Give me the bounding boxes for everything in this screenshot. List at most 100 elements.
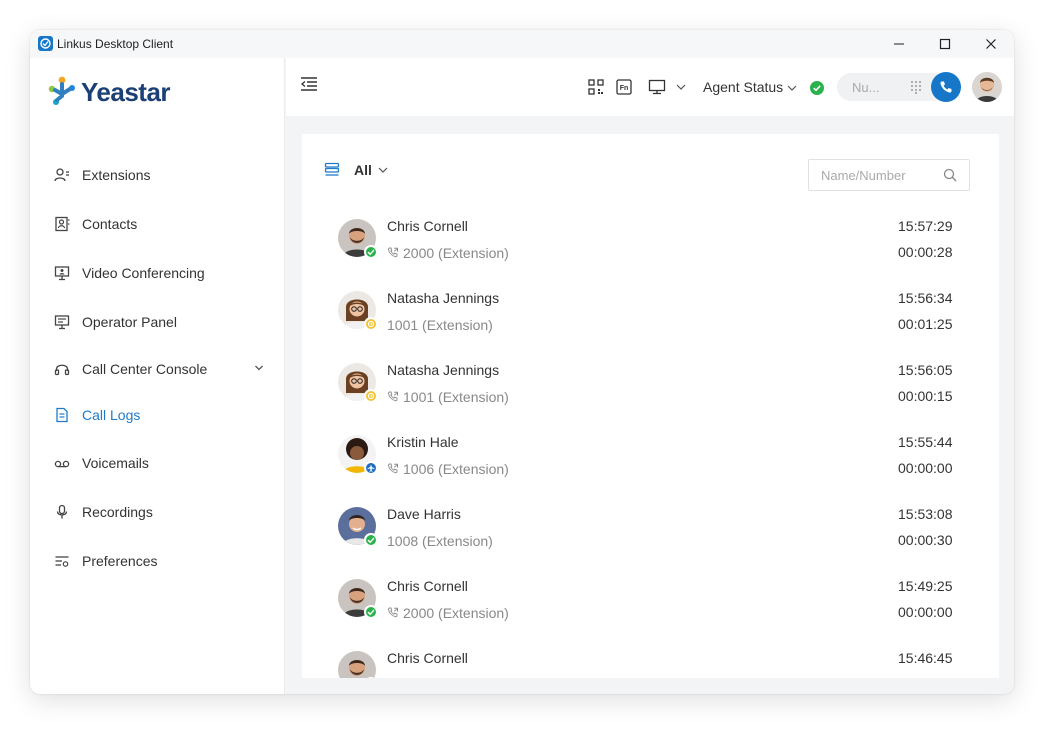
online-check-icon [367,609,375,616]
voicemail-icon [54,460,70,468]
call-log-row[interactable]: Chris Cornell 15:46:45 [302,641,999,678]
qr-code-icon[interactable] [588,79,604,95]
app-window: Linkus Desktop Client Yeastar Extensions [30,30,1014,694]
call-log-row[interactable]: Chris Cornell 2000 (Extension) 15:49:25 00:… [302,569,999,641]
dialpad-icon[interactable] [909,80,923,94]
contact-avatar [338,651,376,678]
sidebar-item-label: Preferences [82,553,158,569]
search-input[interactable] [809,160,939,190]
agent-status-dropdown[interactable]: Agent Status [703,79,797,95]
sidebar-item-contacts[interactable]: Contacts [30,207,285,241]
sidebar-item-label: Call Logs [82,407,141,423]
call-time: 15:53:08 [898,506,953,522]
svg-text:Fn: Fn [620,85,629,92]
call-time: 15:55:44 [898,434,953,450]
sidebar-item-label: Extensions [82,167,151,183]
online-check-icon [367,249,375,256]
contact-name: Kristin Hale [387,434,459,450]
airplane-status-icon [367,464,375,472]
contact-number: 2000 (Extension) [387,245,509,261]
call-logs-icon [56,407,68,423]
agent-status-label: Agent Status [703,79,784,95]
call-time: 15:57:29 [898,218,953,234]
call-phone-icon [388,607,398,618]
search-icon[interactable] [943,168,957,182]
call-log-row[interactable]: Natasha Jennings 1001 (Extension) 15:56:05… [302,353,999,425]
sidebar-item-operator-panel[interactable]: Operator Panel [30,305,285,339]
call-duration: 00:00:30 [898,532,953,548]
close-button[interactable] [968,30,1014,58]
call-time: 15:56:34 [898,290,953,306]
call-time: 15:49:25 [898,578,953,594]
sidebar-item-extensions[interactable]: Extensions [30,158,285,192]
brand-name: Yeastar [81,76,171,107]
sidebar-item-label: Contacts [82,216,138,232]
top-bar: Fn Agent Status Nu... [286,58,1014,116]
sidebar-item-video-conferencing[interactable]: Video Conferencing [30,256,285,290]
away-status-icon [367,392,375,400]
chevron-down-icon [378,167,388,173]
dial-number-placeholder: Nu... [852,80,880,95]
sidebar-item-label: Call Center Console [82,361,208,377]
contact-name: Chris Cornell [387,578,468,594]
contact-number: 1008 (Extension) [387,533,493,549]
sidebar-item-label: Video Conferencing [82,265,205,281]
extension-number: 1006 (Extension) [403,461,509,477]
presence-badge [364,533,378,547]
presence-badge [364,461,378,475]
sidebar-item-call-logs[interactable]: Call Logs [30,398,285,432]
presence-online-icon[interactable] [810,81,824,95]
extension-number: 1008 (Extension) [387,533,493,549]
contact-number: 1006 (Extension) [387,461,509,477]
chevron-down-icon[interactable] [254,363,264,373]
call-log-row[interactable]: Natasha Jennings 1001 (Extension) 15:56:34… [302,281,999,353]
call-log-search [808,159,970,191]
sidebar-item-call-center-console[interactable]: Call Center Console [30,352,285,386]
minimize-button[interactable] [876,30,922,58]
collapse-menu-icon[interactable] [300,76,318,92]
away-status-icon [367,320,375,328]
phone-icon [940,81,952,93]
call-log-row[interactable]: Dave Harris 1008 (Extension) 15:53:08 00:00… [302,497,999,569]
maximize-button[interactable] [922,30,968,58]
contact-name: Chris Cornell [387,650,468,666]
call-log-row[interactable]: Chris Cornell 2000 (Extension) 15:57:29 00:… [302,209,999,281]
extension-number: 2000 (Extension) [403,605,509,621]
online-check-icon [367,537,375,544]
presence-badge [364,605,378,619]
sidebar-item-voicemails[interactable]: Voicemails [30,446,285,480]
filter-label: All [354,162,372,178]
microphone-icon [56,504,68,519]
yeastar-logo: Yeastar [47,74,171,110]
function-keys-icon[interactable]: Fn [616,79,632,95]
contact-name: Dave Harris [387,506,461,522]
yeastar-logo-icon [48,76,75,105]
sidebar-item-label: Operator Panel [82,314,177,330]
call-phone-icon [388,247,398,258]
presence-badge [364,389,378,403]
extension-number: 1001 (Extension) [403,389,509,405]
preferences-icon [55,556,69,567]
call-phone-icon [388,463,398,474]
extension-number: 2000 (Extension) [403,245,509,261]
chevron-down-icon[interactable] [676,83,686,91]
window-title: Linkus Desktop Client [57,37,174,51]
sidebar-item-recordings[interactable]: Recordings [30,495,285,529]
extension-number: 1001 (Extension) [387,317,493,333]
call-log-row[interactable]: Kristin Hale 1006 (Extension) 15:55:44 00:0… [302,425,999,497]
sidebar: Yeastar Extensions Contacts Video Confer… [30,58,285,694]
filter-dropdown[interactable]: All [324,162,388,178]
call-button[interactable] [931,72,961,102]
user-avatar[interactable] [972,72,1002,102]
operator-panel-icon [54,315,70,330]
title-bar: Linkus Desktop Client [30,30,1014,58]
call-duration: 00:01:25 [898,316,953,332]
sidebar-item-label: Voicemails [82,455,149,471]
call-duration: 00:00:00 [898,460,953,476]
extensions-icon [54,168,69,182]
call-logs-panel: All Chris Cornell 2000 (Extension) 15:57:2… [302,134,999,678]
presence-badge [364,317,378,331]
call-duration: 00:00:00 [898,604,953,620]
sidebar-item-preferences[interactable]: Preferences [30,544,285,578]
monitor-icon[interactable] [648,79,666,95]
